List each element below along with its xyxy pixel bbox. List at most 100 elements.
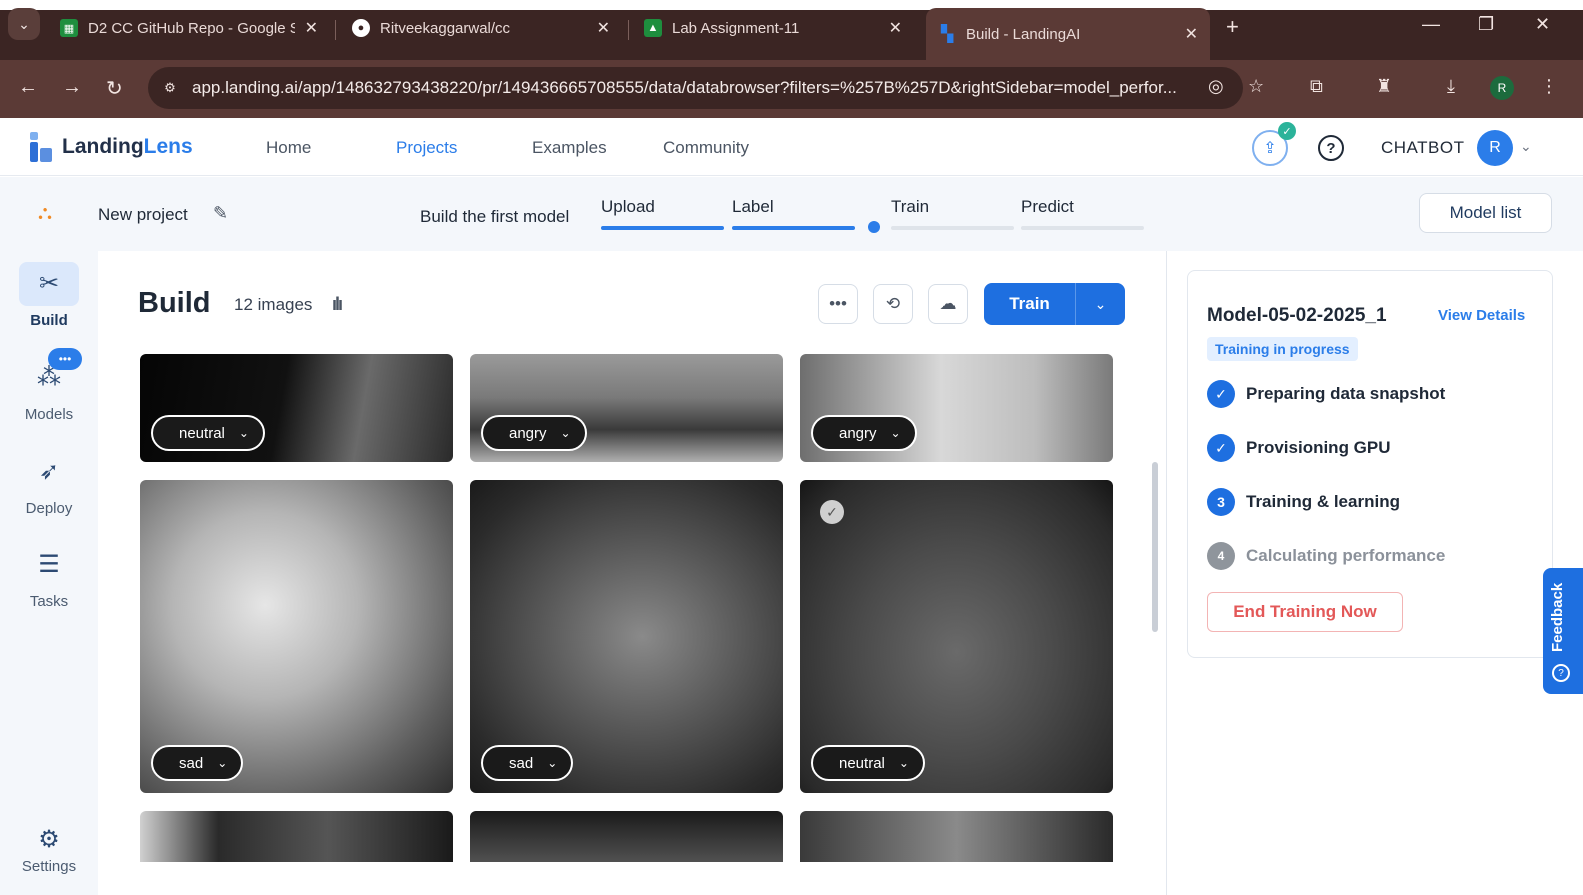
restore-window-icon[interactable]: ❐ <box>1478 14 1494 35</box>
app-header: LandingLens Home Projects Examples Commu… <box>0 118 1583 176</box>
step-label[interactable]: Label <box>732 197 774 217</box>
new-tab-button[interactable]: + <box>1226 14 1239 40</box>
browser-menu-icon[interactable]: ⋮ <box>1540 76 1558 97</box>
current-step-dot <box>868 221 880 233</box>
user-avatar[interactable]: R <box>1477 130 1513 166</box>
step-upload-progress <box>601 226 724 230</box>
step-predict[interactable]: Predict <box>1021 197 1074 217</box>
step-train[interactable]: Train <box>891 197 929 217</box>
site-settings-icon[interactable]: ⚙ <box>156 74 184 102</box>
upload-cloud-button[interactable]: ☁ <box>928 284 968 324</box>
close-tab-icon[interactable]: ✕ <box>1185 24 1198 44</box>
class-label-dropdown[interactable]: neutral ⌄ <box>151 415 265 451</box>
chevron-down-icon: ⌄ <box>217 756 228 770</box>
sidebar-item-build[interactable]: ✂ Build <box>0 262 98 329</box>
class-label-dropdown[interactable]: neutral ⌄ <box>811 745 925 781</box>
image-grid <box>140 354 1114 862</box>
train-button-label[interactable]: Train <box>984 283 1076 325</box>
training-step-preparing: ✓ Preparing data snapshot <box>1207 380 1445 408</box>
org-name[interactable]: CHATBOT <box>1381 138 1464 158</box>
image-card[interactable] <box>470 811 783 862</box>
train-dropdown-chevron-icon[interactable]: ⌄ <box>1076 283 1125 325</box>
page-title: Build <box>138 287 211 319</box>
bookmark-star-icon[interactable]: ☆ <box>1248 76 1264 97</box>
training-step-label: Provisioning GPU <box>1246 438 1391 457</box>
chevron-down-icon: ⌄ <box>560 426 571 440</box>
landinglens-logo-icon <box>28 130 54 164</box>
edit-pencil-icon[interactable]: ✎ <box>213 203 228 224</box>
class-label-dropdown[interactable]: sad ⌄ <box>481 745 574 781</box>
nav-home[interactable]: Home <box>266 138 311 158</box>
sidebar-item-label: Build <box>30 312 68 329</box>
select-image-check-icon[interactable]: ✓ <box>820 500 844 524</box>
view-details-link[interactable]: View Details <box>1438 307 1525 324</box>
class-label-dropdown[interactable]: sad ⌄ <box>151 745 244 781</box>
browser-tab-github[interactable]: ● Ritveekaggarwal/cc ✕ <box>340 6 622 50</box>
browser-profile-avatar[interactable]: R <box>1490 76 1514 100</box>
reload-icon[interactable]: ↻ <box>106 76 123 101</box>
browser-tab-landingai[interactable]: ▚ Build - LandingAI ✕ <box>926 8 1210 60</box>
grid-scrollbar[interactable] <box>1152 462 1158 632</box>
project-name: New project <box>98 205 188 224</box>
browser-tab-google-sheets[interactable]: ▦ D2 CC GitHub Repo - Google Sl ✕ <box>48 6 330 50</box>
class-label-dropdown[interactable]: angry ⌄ <box>811 415 917 451</box>
minimize-window-icon[interactable]: — <box>1422 14 1440 35</box>
sidebar-item-models[interactable]: ⁂ Models <box>0 356 98 423</box>
classroom-icon: ▲ <box>644 19 662 37</box>
nav-examples[interactable]: Examples <box>532 138 607 158</box>
more-options-button[interactable]: ••• <box>818 284 858 324</box>
class-label: sad <box>179 754 204 772</box>
close-tab-icon[interactable]: ✕ <box>889 18 902 38</box>
models-chat-badge: ••• <box>48 348 82 370</box>
chevron-down-icon[interactable]: ⌄ <box>1520 138 1532 155</box>
back-arrow-icon[interactable]: ← <box>18 76 38 99</box>
feedback-tab[interactable]: Feedback ? <box>1543 568 1583 694</box>
sidebar-item-tasks[interactable]: ☰ Tasks <box>0 543 98 610</box>
check-circle-icon: ✓ <box>1207 434 1235 462</box>
check-circle-icon: ✓ <box>1207 380 1235 408</box>
sidebar-item-label: Tasks <box>29 593 69 610</box>
incognito-icon[interactable]: ♜ <box>1376 76 1392 97</box>
forward-arrow-icon[interactable]: → <box>62 76 82 99</box>
feedback-icon: ? <box>1552 664 1570 682</box>
model-list-button[interactable]: Model list <box>1419 193 1552 233</box>
close-window-icon[interactable]: ✕ <box>1535 14 1550 35</box>
bar-chart-icon[interactable]: ılı <box>332 294 343 315</box>
logo-text: LandingLens <box>62 135 193 158</box>
sidebar-item-deploy[interactable]: ➶ Deploy <box>0 450 98 517</box>
image-card[interactable] <box>140 811 453 862</box>
tab-search-button[interactable]: ⌄ <box>8 8 40 40</box>
end-training-button[interactable]: End Training Now <box>1207 592 1403 632</box>
step-number-badge: 3 <box>1207 488 1235 516</box>
training-step-label: Calculating performance <box>1246 546 1446 565</box>
extensions-icon[interactable]: ⧉ <box>1310 76 1323 97</box>
step-upload[interactable]: Upload <box>601 197 655 217</box>
tab-label: Build - LandingAI <box>966 25 1081 43</box>
url-text: app.landing.ai/app/148632793438220/pr/14… <box>192 78 1177 97</box>
class-label: neutral <box>839 754 885 772</box>
training-step-label: Training & learning <box>1246 492 1400 511</box>
project-bar <box>0 177 1583 251</box>
browser-tab-lab-assignment[interactable]: ▲ Lab Assignment-11 ✕ <box>632 6 914 50</box>
tracking-protection-icon[interactable]: ◎ <box>1208 76 1224 97</box>
address-bar[interactable]: ⚙ app.landing.ai/app/148632793438220/pr/… <box>148 67 1264 109</box>
close-tab-icon[interactable]: ✕ <box>305 18 318 38</box>
download-icon[interactable]: ⤓ <box>1447 76 1455 97</box>
close-tab-icon[interactable]: ✕ <box>597 18 610 38</box>
history-button[interactable]: ⟲ <box>873 284 913 324</box>
training-step-label: Preparing data snapshot <box>1246 384 1446 403</box>
train-button[interactable]: Train ⌄ <box>984 283 1125 325</box>
nav-community[interactable]: Community <box>663 138 749 158</box>
image-card[interactable] <box>800 811 1113 862</box>
class-label-dropdown[interactable]: angry ⌄ <box>481 415 587 451</box>
class-label: angry <box>509 424 547 442</box>
nav-projects[interactable]: Projects <box>396 138 457 158</box>
training-step-learning: 3 Training & learning <box>1207 488 1400 516</box>
sidebar-item-settings[interactable]: ⚙ Settings <box>0 824 98 875</box>
landinglens-logo[interactable]: LandingLens <box>28 130 193 164</box>
status-badge: Training in progress <box>1207 337 1358 361</box>
model-name: Model-05-02-2025_1 <box>1207 305 1387 326</box>
help-icon[interactable]: ? <box>1318 135 1344 161</box>
chevron-down-icon: ⌄ <box>238 426 249 440</box>
tab-label: D2 CC GitHub Repo - Google Sl <box>88 19 295 37</box>
